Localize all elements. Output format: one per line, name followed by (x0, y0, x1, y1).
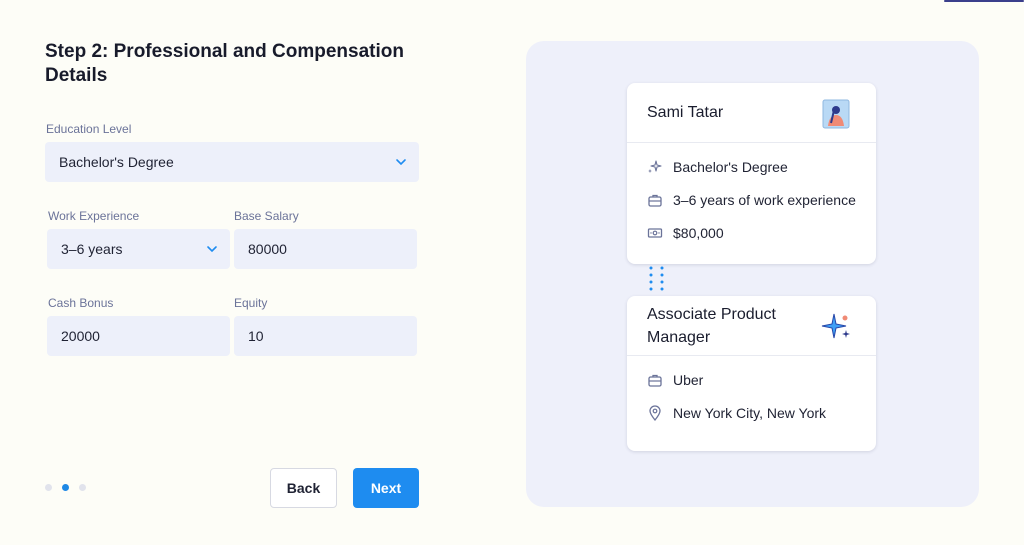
chevron-down-icon (207, 246, 217, 253)
back-button[interactable]: Back (270, 468, 337, 508)
job-card: Associate Product Manager Uber New York (627, 296, 876, 451)
job-title-line: Associate Product (647, 305, 776, 323)
sparkle-icon (821, 313, 850, 339)
equity-value: 10 (248, 328, 264, 344)
job-company: Uber (673, 372, 704, 388)
top-accent-bar (944, 0, 1024, 2)
candidate-salary: $80,000 (673, 225, 724, 241)
job-location: New York City, New York (673, 405, 827, 421)
equity-label: Equity (234, 296, 268, 310)
candidate-card-header: Sami Tatar (627, 83, 876, 143)
education-value: Bachelor's Degree (59, 154, 174, 170)
next-button[interactable]: Next (353, 468, 419, 508)
candidate-card: Sami Tatar Bachelor's Degree 3–6 years o… (627, 83, 876, 264)
experience-select[interactable]: 3–6 years (47, 229, 230, 269)
page-title: Step 2: Professional and Compensation De… (45, 41, 404, 86)
sparkle-icon (648, 160, 662, 173)
location-pin-icon (649, 405, 661, 421)
briefcase-icon (648, 374, 662, 387)
salary-value: 80000 (248, 241, 287, 257)
job-card-header: Associate Product Manager (627, 296, 876, 356)
candidate-salary-row: $80,000 (647, 225, 724, 241)
job-location-row: New York City, New York (647, 405, 826, 421)
experience-label: Work Experience (48, 209, 140, 223)
salary-label: Base Salary (234, 209, 299, 223)
salary-input[interactable]: 80000 (234, 229, 417, 269)
chevron-down-icon (396, 159, 406, 166)
money-icon (647, 228, 663, 238)
dotted-connector (649, 266, 664, 291)
job-company-row: Uber (647, 372, 703, 388)
candidate-education: Bachelor's Degree (673, 159, 788, 175)
candidate-name: Sami Tatar (647, 103, 724, 121)
equity-input[interactable]: 10 (234, 316, 417, 356)
briefcase-icon (648, 194, 662, 207)
bonus-value: 20000 (61, 328, 100, 344)
candidate-education-row: Bachelor's Degree (647, 159, 788, 175)
education-label: Education Level (46, 122, 132, 136)
bonus-label: Cash Bonus (48, 296, 114, 310)
experience-value: 3–6 years (61, 241, 123, 257)
step-indicator (45, 484, 86, 491)
job-title: Associate Product Manager (647, 303, 776, 349)
bonus-input[interactable]: 20000 (47, 316, 230, 356)
education-select[interactable]: Bachelor's Degree (45, 142, 419, 182)
step-dot (45, 484, 52, 491)
job-title-line: Manager (647, 328, 711, 346)
step-form: Step 2: Professional and Compensation De… (45, 40, 419, 88)
preview-panel: Sami Tatar Bachelor's Degree 3–6 years o… (526, 41, 979, 507)
step-dot-active (62, 484, 69, 491)
candidate-experience: 3–6 years of work experience (673, 192, 856, 208)
step-dot (79, 484, 86, 491)
person-portrait-icon (822, 99, 850, 129)
candidate-experience-row: 3–6 years of work experience (647, 192, 856, 208)
